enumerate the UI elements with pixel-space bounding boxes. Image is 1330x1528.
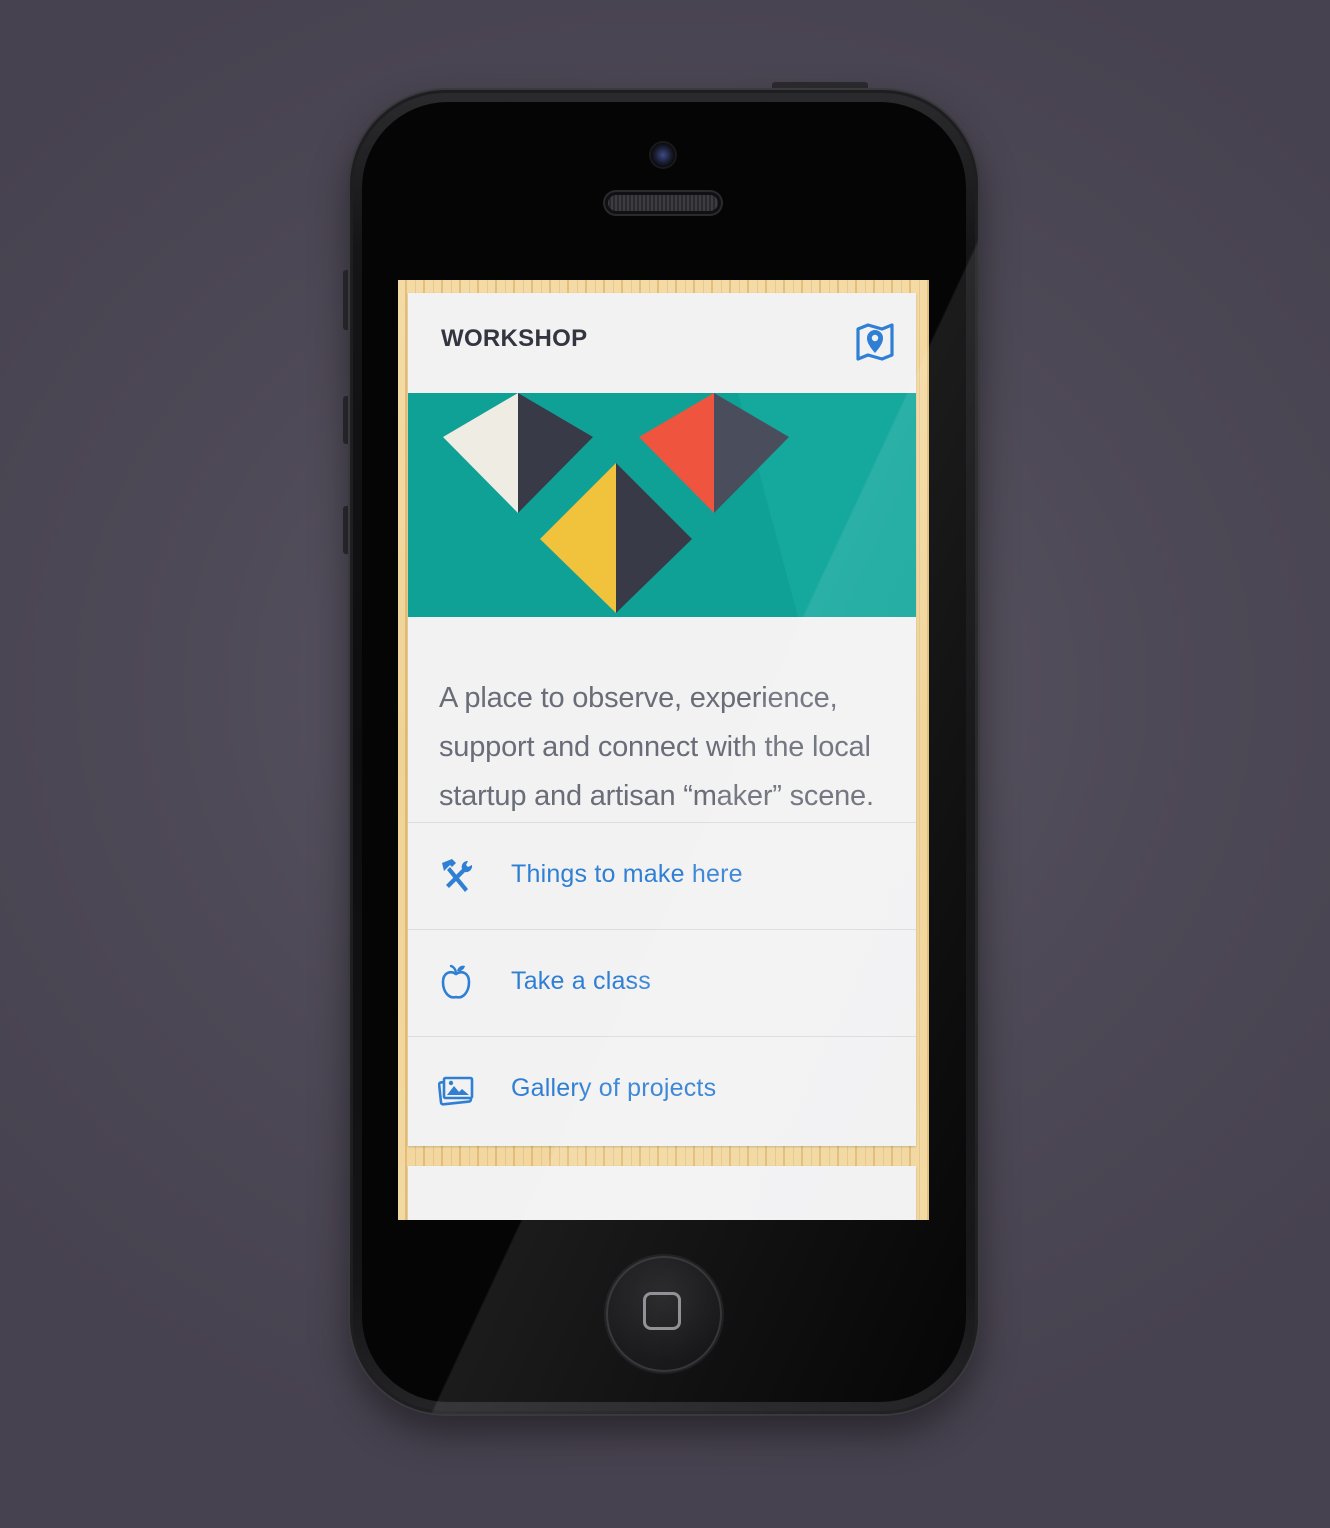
hero-banner [408,393,916,617]
menu-item-label: Things to make here [511,860,743,888]
card-header: WORKSHOP [408,293,916,393]
front-camera [651,143,675,167]
page-title: WORKSHOP [441,325,588,352]
menu-item-things-to-make[interactable]: Things to make here [408,822,916,929]
map-button[interactable] [854,321,896,363]
next-card-peek [408,1166,916,1220]
workshop-card: WORKSHOP A place to observe, experience,… [408,293,916,1146]
description-text: A place to observe, experience, support … [439,682,874,812]
map-pin-icon [856,323,894,361]
hero-illustration [443,393,916,617]
menu-item-gallery[interactable]: Gallery of projects [408,1036,916,1143]
tools-icon [442,859,473,892]
gallery-icon [438,1076,474,1106]
menu-list: Things to make here Take a class Gallery [408,822,916,1143]
phone-screen: WORKSHOP A place to observe, experience,… [398,280,929,1220]
menu-item-take-a-class[interactable]: Take a class [408,929,916,1036]
home-square-icon [643,1292,681,1330]
menu-item-label: Take a class [511,967,651,995]
apple-icon [441,964,471,999]
earpiece-speaker [605,192,721,214]
menu-item-label: Gallery of projects [511,1074,717,1102]
